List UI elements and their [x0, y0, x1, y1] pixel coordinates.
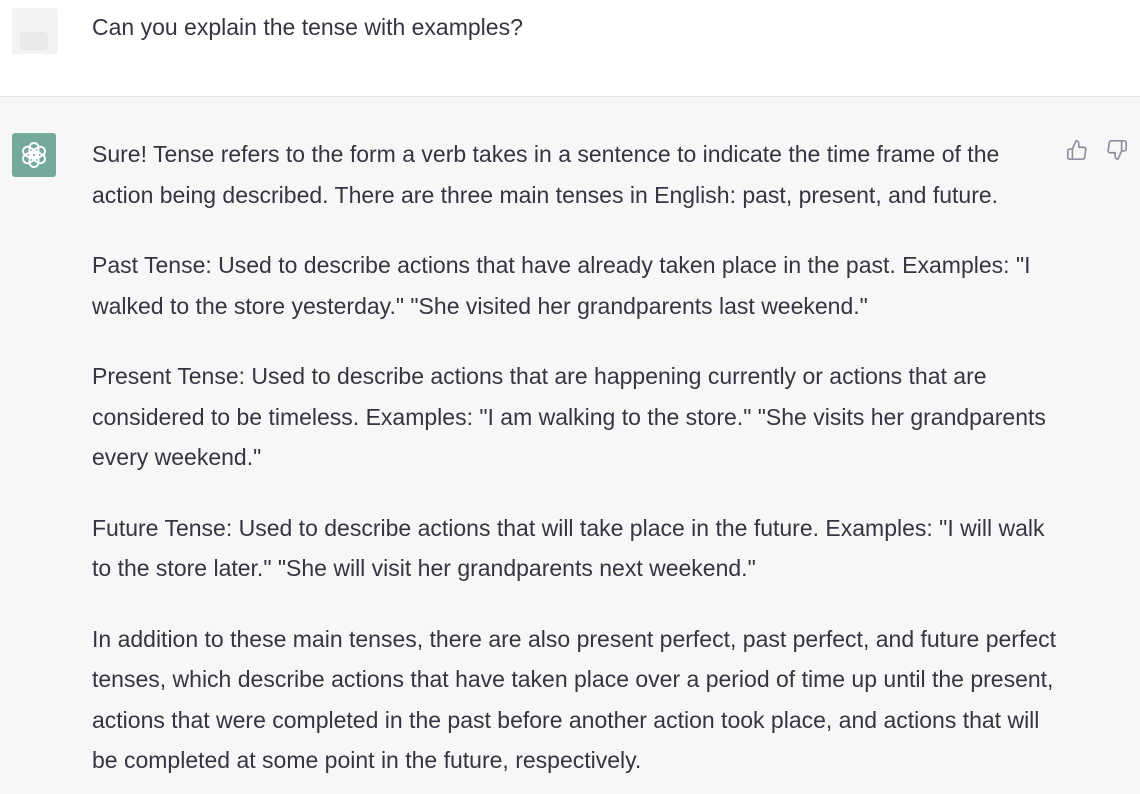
user-message-text: Can you explain the tense with examples?	[92, 14, 523, 40]
answer-paragraph: Sure! Tense refers to the form a verb ta…	[92, 141, 1000, 208]
chat-thread: Can you explain the tense with examples?	[0, 0, 1140, 794]
answer-paragraph: Present Tense: Used to describe actions …	[92, 363, 1046, 470]
thumbs-down-button[interactable]	[1104, 139, 1130, 165]
assistant-message-text: Sure! Tense refers to the form a verb ta…	[92, 134, 1057, 794]
answer-paragraph: Future Tense: Used to describe actions t…	[92, 514, 1045, 582]
thumbs-up-icon	[1066, 139, 1088, 166]
answer-paragraph: Past Tense: Used to describe actions tha…	[92, 252, 1031, 319]
feedback-buttons	[1064, 139, 1130, 165]
assistant-message-row: Sure! Tense refers to the form a verb ta…	[0, 97, 1140, 794]
openai-logo-icon	[19, 140, 49, 170]
thumbs-up-button[interactable]	[1064, 139, 1090, 165]
user-avatar	[12, 8, 58, 54]
thumbs-down-icon	[1106, 139, 1128, 166]
assistant-avatar	[12, 133, 56, 177]
user-avatar-image	[20, 32, 48, 50]
user-message-row: Can you explain the tense with examples?	[0, 0, 1140, 97]
answer-paragraph: In addition to these main tenses, there …	[92, 625, 1057, 774]
